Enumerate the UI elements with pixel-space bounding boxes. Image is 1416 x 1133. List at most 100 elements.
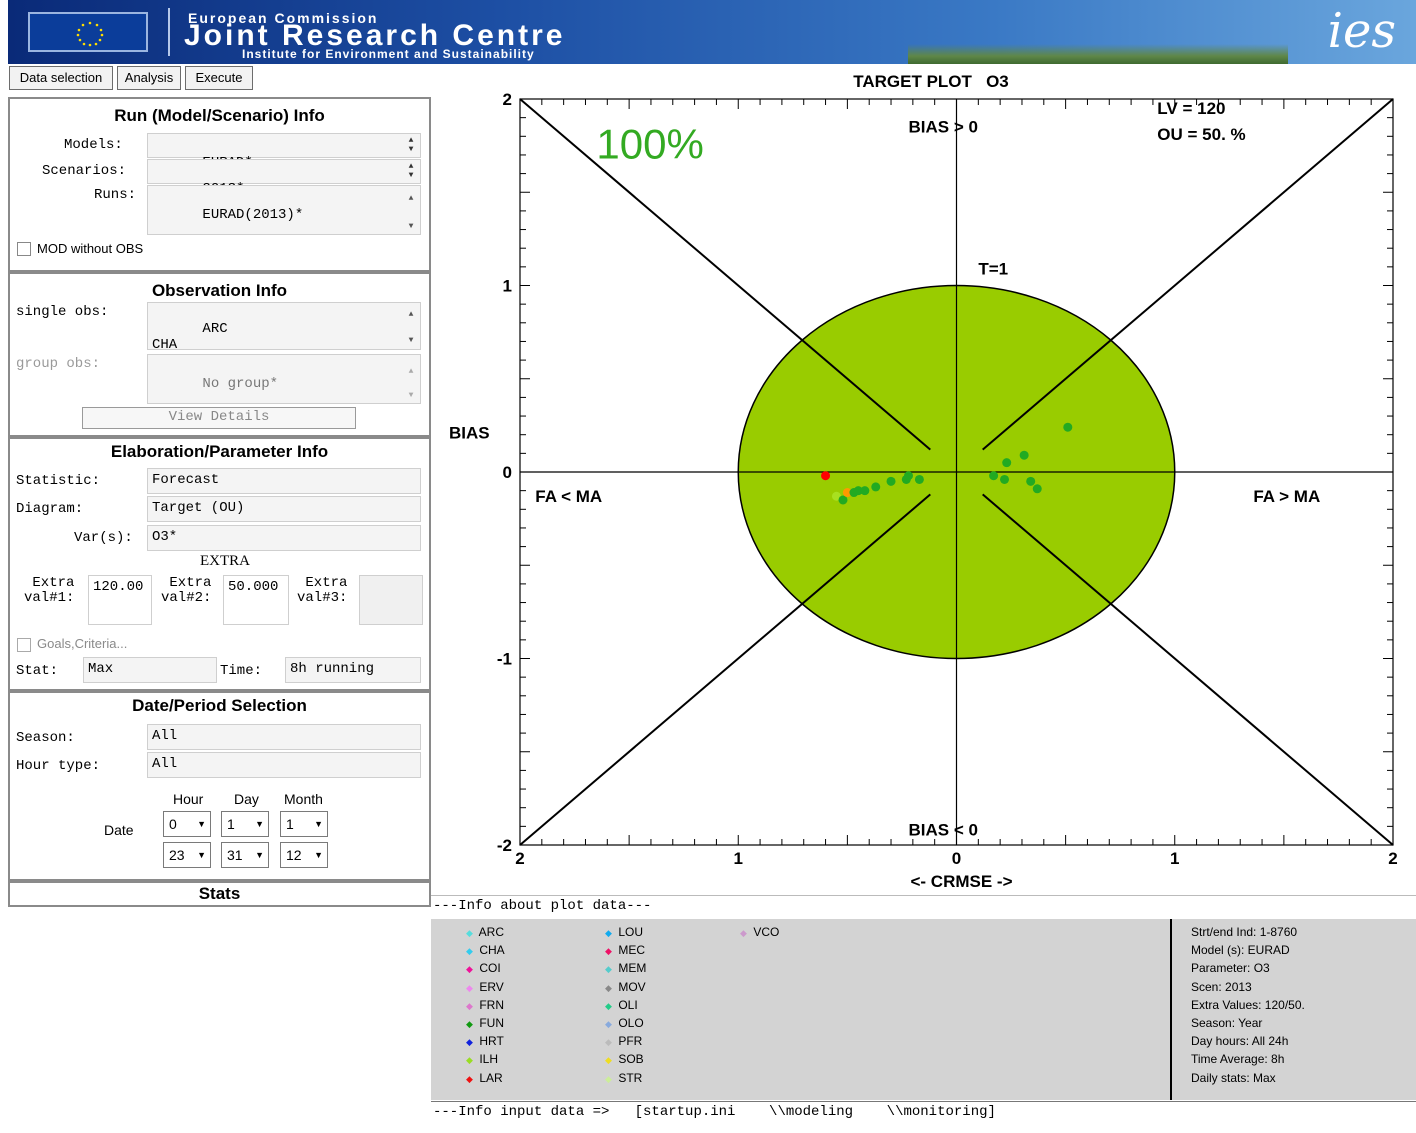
stats-section[interactable]: Stats [8, 881, 431, 907]
single-obs-label: single obs: [16, 304, 109, 320]
runs-scroll-down-icon[interactable]: ▼ [404, 218, 418, 236]
month-column-label: Month [284, 791, 323, 807]
single-obs-scroll-up-icon[interactable]: ▲ [404, 307, 418, 323]
data-point [914, 474, 924, 484]
chevron-down-icon: ▼ [255, 850, 264, 860]
hour-end-select[interactable]: 23 ▼ [163, 842, 211, 868]
legend-marker-icon: ◆ [605, 1000, 612, 1011]
extra1-label: Extra val#1: [24, 575, 75, 606]
chart-title: TARGET PLOT O3 [853, 72, 1009, 91]
legend-label: MEM [615, 961, 647, 976]
run-info-section: Run (Model/Scenario) Info Models: EURAD*… [8, 97, 431, 272]
legend-label: MEC [615, 943, 645, 958]
data-point [1026, 476, 1036, 486]
diagonal-line-1 [982, 98, 1394, 451]
legend-marker-icon: ◆ [466, 964, 473, 975]
legend-item: ◆ ARC [466, 925, 504, 940]
plot-meta-line: Strt/end Ind: 1-8760 [1191, 925, 1298, 939]
legend-marker-icon: ◆ [466, 1000, 473, 1011]
chevron-down-icon: ▼ [197, 850, 206, 860]
legend-label: COI [476, 961, 501, 976]
legend-item: ◆ OLI [605, 998, 638, 1013]
goals-criteria-checkbox[interactable] [17, 638, 31, 652]
tab-analysis[interactable]: Analysis [117, 66, 181, 90]
single-obs-values: ARC CHA [152, 321, 228, 353]
tab-execute[interactable]: Execute [185, 66, 253, 90]
ou-annotation: OU = 50. % [1157, 125, 1245, 144]
plot-meta-line: Extra Values: 120/50. [1191, 997, 1305, 1012]
input-info-line: ---Info input data => [startup.ini \\mod… [431, 1101, 1416, 1125]
goals-criteria-label: Goals,Criteria... [37, 636, 128, 651]
single-obs-scroll-down-icon[interactable]: ▼ [404, 333, 418, 349]
hour-end-value: 23 [169, 847, 185, 863]
extra2-input[interactable]: 50.000 [223, 575, 289, 625]
scenarios-spinner-icon[interactable]: ▲ ▼ [404, 162, 418, 180]
extra1-input[interactable]: 120.00 [88, 575, 152, 625]
models-spinner-icon[interactable]: ▲ ▼ [404, 136, 418, 154]
legend-label: PFR [615, 1034, 643, 1049]
month-start-select[interactable]: 1 ▼ [280, 811, 328, 837]
plot-meta-line: Parameter: O3 [1191, 961, 1270, 976]
mod-without-obs-checkbox[interactable] [17, 242, 31, 256]
group-obs-list[interactable]: No group* ▲ ▼ [147, 354, 421, 404]
legend-marker-icon: ◆ [605, 964, 612, 975]
t1-label: T=1 [978, 259, 1008, 278]
stat-field[interactable]: Max [83, 657, 217, 683]
legend-item: ◆ STR [605, 1071, 642, 1086]
legend-label: VCO [750, 925, 780, 939]
x-tick-label: 0 [952, 849, 961, 868]
vars-field[interactable]: O3* [147, 525, 421, 551]
season-field[interactable]: All [147, 724, 421, 750]
chevron-down-icon: ▼ [314, 850, 323, 860]
models-label: Models: [64, 137, 123, 153]
view-details-button[interactable]: View Details [82, 407, 356, 429]
banner-institute-text: Institute for Environment and Sustainabi… [242, 47, 535, 61]
group-obs-scroll-up-icon[interactable]: ▲ [404, 363, 418, 381]
runs-label: Runs: [94, 187, 137, 203]
date-period-section: Date/Period Selection Season: All Hour t… [8, 691, 431, 881]
single-obs-list[interactable]: ARC CHA ▲ ▼ [147, 302, 421, 353]
hour-type-field[interactable]: All [147, 752, 421, 778]
models-field[interactable]: EURAD* ▲▼ [147, 133, 421, 171]
legend-marker-icon: ◆ [605, 1037, 612, 1048]
plot-info-header: ---Info about plot data--- [431, 895, 1416, 919]
legend-label: HRT [476, 1034, 504, 1049]
legend-item: ◆ VCO [740, 925, 779, 940]
statistic-field[interactable]: Forecast [147, 468, 421, 494]
legend-divider [1170, 919, 1172, 1100]
plot-meta-line: Time Average: 8h [1191, 1052, 1285, 1067]
legend-marker-icon: ◆ [605, 946, 612, 957]
extra3-input[interactable] [359, 575, 423, 625]
eu-flag-icon [28, 12, 148, 52]
legend-marker-icon: ◆ [605, 928, 612, 938]
data-point [871, 482, 881, 492]
day-end-select[interactable]: 31 ▼ [221, 842, 269, 868]
hour-start-select[interactable]: 0 ▼ [163, 811, 211, 837]
legend-marker-icon: ◆ [466, 1073, 473, 1084]
legend-item: ◆ ILH [466, 1052, 498, 1067]
runs-field[interactable]: EURAD(2013)* ▲ ▼ [147, 185, 421, 235]
legend-item: ◆ SOB [605, 1052, 644, 1067]
runs-scroll-up-icon[interactable]: ▲ [404, 190, 418, 208]
chevron-down-icon: ▼ [255, 819, 264, 829]
month-end-select[interactable]: 12 ▼ [280, 842, 328, 868]
legend-label: FRN [476, 997, 504, 1012]
data-point [989, 471, 999, 481]
time-field[interactable]: 8h running [285, 657, 421, 683]
tab-data-selection[interactable]: Data selection [9, 66, 113, 90]
legend-item: ◆ FUN [466, 1016, 504, 1031]
legend-label: OLI [615, 997, 638, 1012]
scenarios-field[interactable]: 2013* ▲▼ [147, 159, 421, 197]
legend-marker-icon: ◆ [466, 1019, 473, 1029]
legend-item: ◆ PFR [605, 1034, 642, 1049]
target-plot-svg: TARGET PLOT O3 2 1 0 1 2 2 1 0 -1 -2 <- CRMSE -> BI… [449, 72, 1398, 891]
vars-label: Var(s): [74, 530, 133, 546]
group-obs-scroll-down-icon[interactable]: ▼ [404, 387, 418, 405]
bias-positive-label: BIAS > 0 [908, 118, 977, 137]
ies-logo: ies [1327, 3, 1396, 59]
month-end-value: 12 [286, 847, 302, 863]
day-start-select[interactable]: 1 ▼ [221, 811, 269, 837]
diagram-field[interactable]: Target (OU) [147, 496, 421, 522]
data-point [1019, 450, 1029, 460]
diagonal-line-2 [519, 493, 931, 846]
